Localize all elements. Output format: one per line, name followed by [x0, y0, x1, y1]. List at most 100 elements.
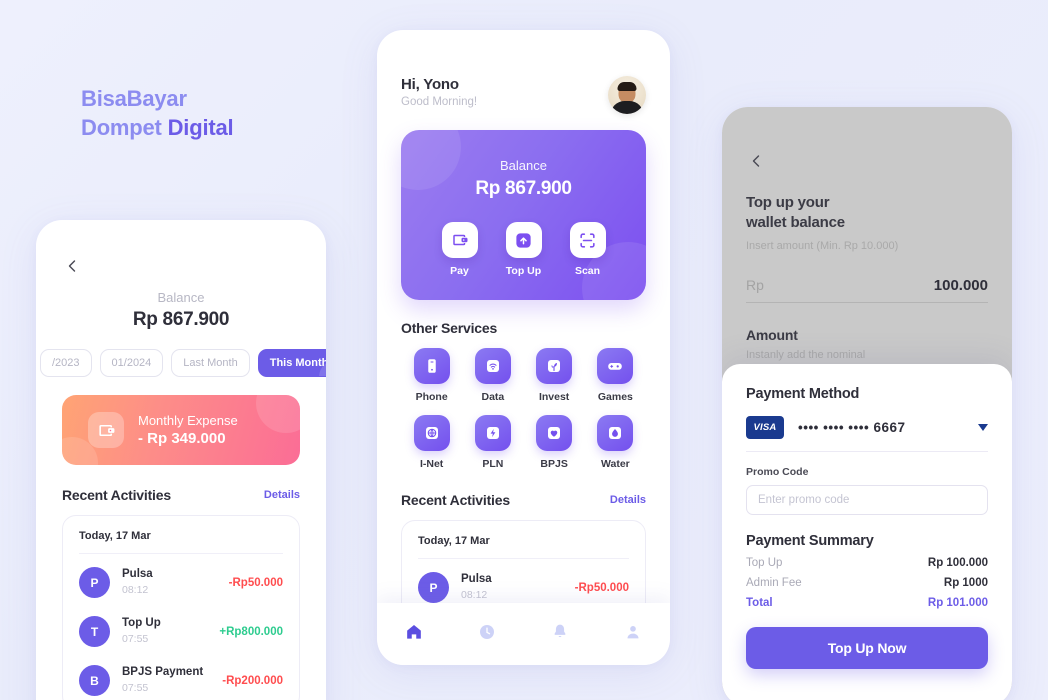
summary-value: Rp 1000: [943, 577, 988, 589]
recent-activities-title: Recent Activities: [401, 492, 510, 508]
caret-down-icon[interactable]: [978, 424, 988, 431]
activities-day-label: Today, 17 Mar: [418, 535, 490, 547]
service-label: PLN: [482, 458, 504, 470]
service-label: Invest: [538, 391, 570, 403]
service-phone[interactable]: Phone: [401, 348, 462, 403]
greeting-name: Hi, Yono: [401, 76, 459, 93]
service-water[interactable]: Water: [585, 415, 646, 470]
globe-icon: [413, 415, 450, 451]
service-label: BPJS: [540, 458, 568, 470]
summary-value: Rp 100.000: [927, 557, 988, 569]
monthly-expense-card[interactable]: Monthly Expense - Rp 349.000: [62, 395, 300, 465]
recent-activities-header: Recent Activities Details: [401, 492, 646, 508]
visa-logo-icon: VISA: [746, 416, 784, 439]
action-scan[interactable]: Scan: [569, 222, 606, 277]
service-inet[interactable]: I-Net: [401, 415, 462, 470]
recent-activities-title: Recent Activities: [62, 487, 171, 503]
filter-pill-last-month[interactable]: Last Month: [171, 349, 250, 377]
nav-item-notifications[interactable]: [550, 622, 570, 647]
qr-scan-icon: [569, 222, 606, 258]
topup-heading-line1: Top up your: [746, 194, 830, 211]
greeting-subtitle: Good Morning!: [401, 96, 478, 108]
promo-code-label: Promo Code: [746, 466, 809, 478]
amount-section-heading: Amount: [746, 327, 798, 343]
wallet-icon: [441, 222, 478, 258]
service-label: I-Net: [419, 458, 444, 470]
summary-value: Rp 101.000: [927, 597, 988, 609]
lightning-bolt-icon: [474, 415, 511, 451]
activity-amount: -Rp50.000: [574, 581, 629, 594]
payment-method-selector[interactable]: VISA •••• •••• •••• 6667: [746, 416, 988, 452]
table-row[interactable]: T Top Up 07:55 +Rp800.000: [79, 607, 283, 656]
action-topup[interactable]: Top Up: [505, 222, 542, 277]
filter-pill-2023[interactable]: /2023: [40, 349, 92, 377]
service-bpjs[interactable]: BPJS: [524, 415, 585, 470]
activity-name: Top Up: [122, 617, 161, 629]
bell-icon: [550, 622, 570, 647]
activity-amount: +Rp800.000: [219, 625, 283, 638]
divider: [418, 558, 629, 559]
card-number: •••• •••• •••• 6667: [798, 420, 906, 435]
date-filter-group: /2023 01/2024 Last Month This Month: [40, 349, 326, 377]
balance-label: Balance: [157, 290, 205, 305]
activity-time: 07:55: [122, 633, 149, 645]
chevron-left-icon[interactable]: [746, 151, 766, 171]
right-phone-screen: Top up your wallet balance Insert amount…: [722, 107, 1012, 700]
table-row[interactable]: B BPJS Payment 07:55 -Rp200.000: [79, 656, 283, 700]
avatar: T: [79, 616, 110, 647]
person-icon: [623, 622, 643, 647]
topup-heading-line2: wallet balance: [746, 214, 845, 231]
payment-sheet: Payment Method VISA •••• •••• •••• 6667 …: [722, 364, 1012, 700]
topup-subtitle: Insert amount (Min. Rp 10.000): [746, 240, 899, 252]
service-label: Data: [481, 391, 505, 403]
other-services-title: Other Services: [401, 320, 498, 336]
left-phone-screen: Balance Rp 867.900 /2023 01/2024 Last Mo…: [36, 220, 326, 700]
service-invest[interactable]: Invest: [524, 348, 585, 403]
brand-line-2: Dompet Digital: [81, 113, 234, 142]
summary-row-topup: Top Up Rp 100.000: [746, 557, 988, 569]
plant-growth-icon: [536, 348, 573, 384]
table-row[interactable]: P Pulsa 08:12 -Rp50.000: [79, 558, 283, 607]
activity-name: Pulsa: [461, 573, 492, 585]
chevron-left-icon[interactable]: [62, 256, 82, 276]
wifi-icon: [474, 348, 511, 384]
action-label: Scan: [574, 265, 601, 277]
summary-key: Admin Fee: [746, 577, 802, 589]
activity-name: BPJS Payment: [122, 666, 204, 678]
avatar: P: [418, 572, 449, 603]
recent-activities-details-link[interactable]: Details: [610, 494, 646, 506]
activity-amount: -Rp50.000: [228, 576, 283, 589]
payment-summary-title: Payment Summary: [746, 533, 874, 549]
action-label: Top Up: [505, 265, 542, 277]
action-label: Pay: [450, 265, 469, 277]
service-data[interactable]: Data: [462, 348, 523, 403]
filter-pill-012024[interactable]: 01/2024: [99, 349, 164, 377]
activity-time: 08:12: [461, 589, 488, 601]
greeting-header: Hi, Yono Good Morning!: [401, 76, 646, 114]
brand-line-2-soft: Dompet: [81, 115, 168, 140]
center-phone-screen: Hi, Yono Good Morning! Balance Rp 867.90…: [377, 30, 670, 665]
nav-item-profile[interactable]: [623, 622, 643, 647]
avatar[interactable]: [608, 76, 646, 114]
topup-now-button[interactable]: Top Up Now: [746, 627, 988, 669]
action-pay[interactable]: Pay: [441, 222, 478, 277]
balance-card: Balance Rp 867.900 Pay Top Up Scan: [401, 130, 646, 300]
service-pln[interactable]: PLN: [462, 415, 523, 470]
promo-code-input[interactable]: [746, 485, 988, 515]
expense-amount: - Rp 349.000: [138, 429, 226, 447]
bottom-navigation: [377, 603, 670, 665]
brand-line-2-strong: Digital: [167, 115, 234, 140]
nav-item-home[interactable]: [404, 622, 424, 647]
summary-key: Total: [746, 597, 773, 609]
nav-item-history[interactable]: [477, 622, 497, 647]
filter-pill-this-month[interactable]: This Month: [257, 349, 326, 377]
amount-input-row[interactable]: Rp 100.000: [746, 277, 988, 303]
recent-activities-details-link[interactable]: Details: [264, 489, 300, 501]
balance-actions: Pay Top Up Scan: [441, 222, 606, 277]
service-games[interactable]: Games: [585, 348, 646, 403]
heart-icon: [536, 415, 573, 451]
wallet-icon: [88, 412, 124, 448]
balance-value: Rp 867.900: [132, 309, 230, 330]
topup-heading: Top up your wallet balance: [746, 193, 988, 233]
service-label: Phone: [415, 391, 448, 403]
